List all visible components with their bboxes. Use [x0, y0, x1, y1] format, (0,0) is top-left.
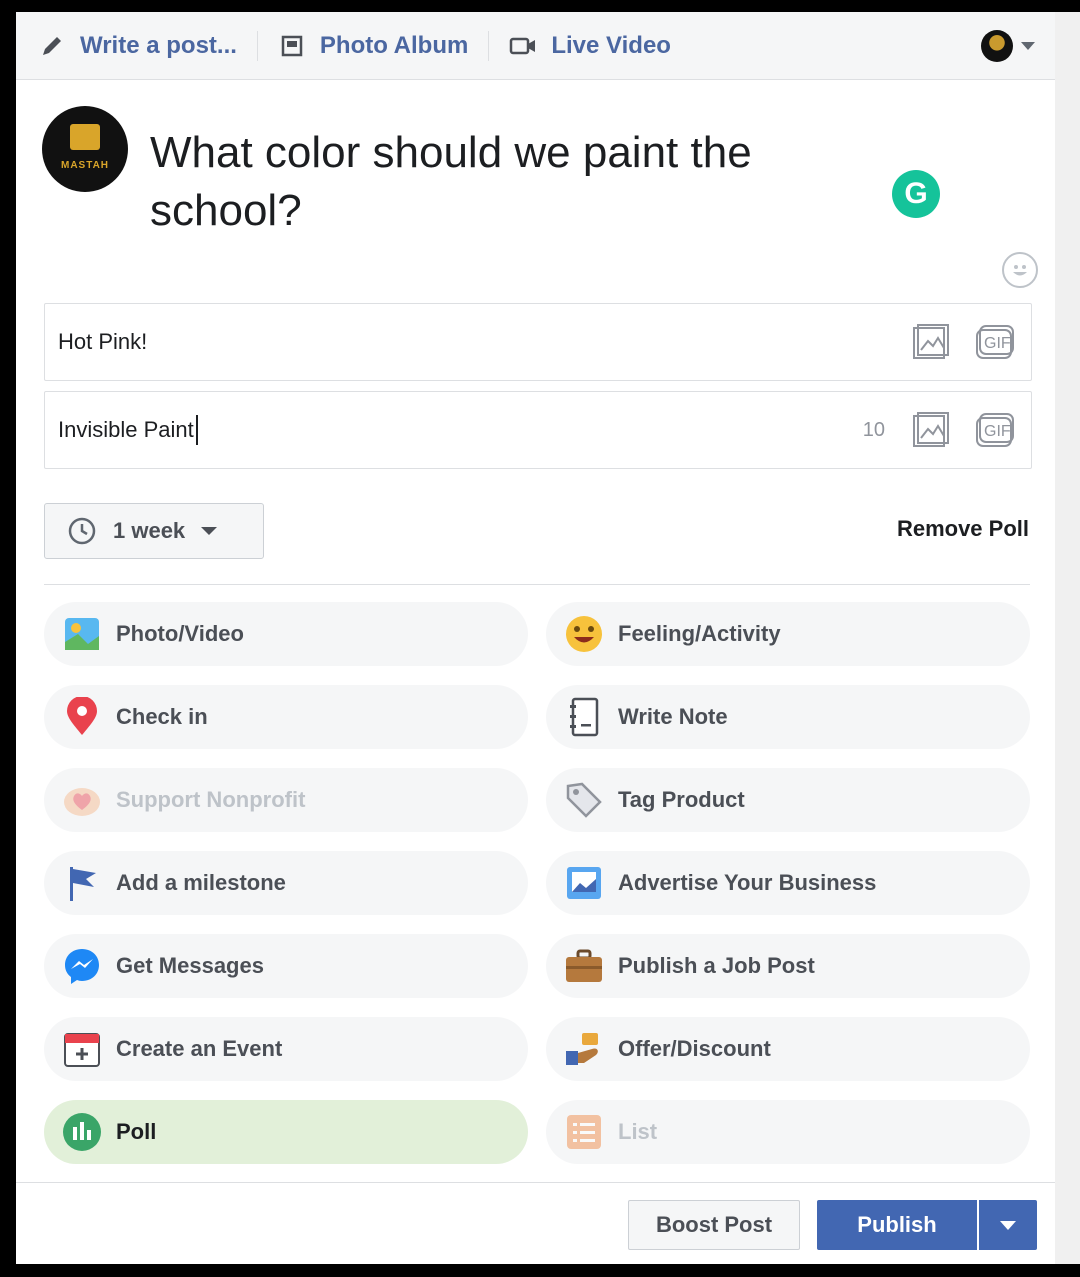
remove-poll-link[interactable]: Remove Poll — [897, 516, 1029, 542]
action-poll[interactable]: Poll — [44, 1100, 528, 1164]
tab-photo-album[interactable]: Photo Album — [278, 12, 468, 80]
action-add-milestone[interactable]: Add a milestone — [44, 851, 528, 915]
list-icon — [564, 1112, 604, 1152]
action-list[interactable]: List — [546, 1100, 1030, 1164]
poll-option-1[interactable]: Hot Pink! GIF — [44, 303, 1032, 381]
messenger-icon — [62, 946, 102, 986]
background-strip — [0, 1264, 1080, 1277]
tab-live-video-label: Live Video — [551, 31, 671, 59]
background-strip — [1055, 12, 1080, 1277]
tab-write-post[interactable]: Write a post... — [38, 12, 237, 80]
divider — [44, 584, 1030, 585]
action-offer-discount[interactable]: Offer/Discount — [546, 1017, 1030, 1081]
album-icon — [278, 32, 306, 60]
action-support-nonprofit[interactable]: Support Nonprofit — [44, 768, 528, 832]
tag-icon — [564, 780, 604, 820]
tab-photo-album-label: Photo Album — [319, 31, 469, 59]
location-pin-icon — [62, 697, 102, 737]
photo-video-icon — [62, 614, 102, 654]
video-camera-icon — [509, 32, 537, 60]
photo-icon[interactable] — [911, 323, 951, 363]
chevron-down-icon — [1021, 42, 1035, 50]
action-photo-video[interactable]: Photo/Video — [44, 602, 528, 666]
poll-option-1-value: Hot Pink! — [58, 329, 148, 354]
heart-hands-icon — [62, 780, 102, 820]
boost-post-button[interactable]: Boost Post — [628, 1200, 800, 1250]
briefcase-icon — [564, 946, 604, 986]
offer-icon — [564, 1029, 604, 1069]
notebook-icon — [564, 697, 604, 737]
post-composer: Write a post... Photo Album Live Video M… — [16, 12, 1055, 1264]
action-publish-job-post[interactable]: Publish a Job Post — [546, 934, 1030, 998]
tab-separator — [256, 30, 258, 61]
grammarly-icon[interactable]: G — [892, 170, 940, 218]
action-feeling-activity[interactable]: Feeling/Activity — [546, 602, 1030, 666]
logo-mark — [70, 124, 100, 150]
char-count: 10 — [862, 418, 885, 441]
chevron-down-icon — [1000, 1220, 1016, 1230]
poll-duration-select[interactable]: 1 week — [44, 503, 264, 559]
clock-icon — [68, 517, 96, 545]
publish-button[interactable]: Publish — [817, 1200, 977, 1250]
text-cursor — [195, 415, 198, 445]
poll-option-2[interactable]: Invisible Paint 10 GIF — [44, 391, 1032, 469]
calendar-icon — [62, 1029, 102, 1069]
action-write-note[interactable]: Write Note — [546, 685, 1030, 749]
publish-options-button[interactable] — [979, 1200, 1037, 1250]
page-avatar — [981, 30, 1013, 62]
action-tag-product[interactable]: Tag Product — [546, 768, 1030, 832]
tab-write-post-label: Write a post... — [80, 31, 237, 59]
tab-separator — [488, 30, 490, 61]
avatar-logo-text: MASTAH — [60, 160, 110, 171]
composer-header: Write a post... Photo Album Live Video — [16, 12, 1055, 80]
pencil-icon — [38, 32, 66, 60]
action-create-event[interactable]: Create an Event — [44, 1017, 528, 1081]
gif-icon[interactable]: GIF — [975, 411, 1015, 451]
smiley-icon — [564, 614, 604, 654]
photo-icon[interactable] — [911, 411, 951, 451]
emoji-icon — [1013, 265, 1027, 276]
poll-option-2-value: Invisible Paint — [58, 417, 194, 442]
advertise-icon — [564, 863, 604, 903]
action-advertise-business[interactable]: Advertise Your Business — [546, 851, 1030, 915]
page-selector[interactable] — [981, 30, 1035, 62]
action-check-in[interactable]: Check in — [44, 685, 528, 749]
action-get-messages[interactable]: Get Messages — [44, 934, 528, 998]
chevron-down-icon — [201, 527, 218, 535]
svg-text:GIF: GIF — [984, 335, 1011, 352]
poll-question-input[interactable]: What color should we paint the school? — [150, 124, 870, 240]
footer-divider — [16, 1182, 1055, 1183]
poll-icon — [62, 1112, 102, 1152]
tab-live-video[interactable]: Live Video — [509, 12, 671, 80]
svg-text:GIF: GIF — [984, 423, 1011, 440]
poll-duration-value: 1 week — [113, 518, 186, 543]
gif-icon[interactable]: GIF — [975, 323, 1015, 363]
flag-icon — [62, 863, 102, 903]
avatar: MASTAH — [42, 106, 128, 192]
emoji-button[interactable] — [1002, 252, 1038, 288]
